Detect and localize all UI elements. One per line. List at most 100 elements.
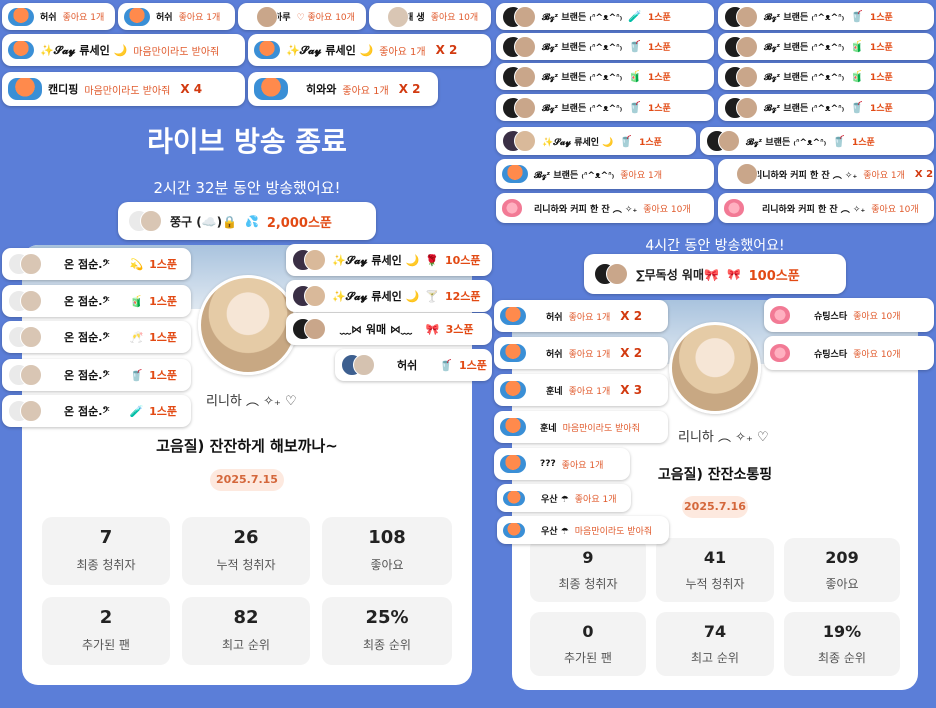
pill-nickname: 슈팅스타 — [814, 349, 848, 360]
gift-amount: 1스푼 — [149, 331, 178, 344]
pill-message: 좋아요 1개 — [863, 170, 905, 181]
pill-message: 좋아요 1개 — [568, 386, 611, 397]
app-logo-icon — [503, 522, 525, 538]
pill-message: 좋아요 1개 — [561, 460, 604, 471]
gift-amount: 1스푼 — [458, 359, 487, 372]
notification-pill: 𝓑𝔃ᶻ 브랜든 ₍ᐢ^ᴥ^ᐢ₎ 좋아요 1개 — [496, 159, 714, 189]
gift-amount: 1스푼 — [869, 13, 893, 23]
gift-amount: 3스푼 — [445, 323, 474, 336]
gift-pill: 𝓑𝔃ᶻ 브랜든 ₍ᐢ^ᴥ^ᐢ₎ 🧃 1스푼 — [718, 63, 934, 90]
pill-message: 좋아요 10개 — [853, 349, 901, 360]
avatar — [502, 5, 536, 28]
top-gift-summary: 쭝구 (☁️)🔒 💦 2,000스푼 — [118, 202, 376, 240]
stat-best-rank: 74 최고 순위 — [656, 612, 774, 676]
pill-message: 마음만이라도 받아줘 — [562, 423, 640, 434]
stat-label: 추가된 팬 — [564, 651, 612, 665]
stat-final-rank: 19% 최종 순위 — [784, 612, 900, 676]
gift-pill: 온 점순.𝄢 💫 1스푼 — [2, 248, 191, 280]
avatar — [198, 275, 298, 375]
gift-icon: 🧪 — [129, 404, 144, 418]
notification-pill: 허쉬 좋아요 1개 — [2, 3, 115, 30]
gift-icon: 🥤 — [439, 358, 453, 372]
broadcast-date: 2025.7.15 — [210, 469, 284, 491]
stat-value: 25% — [365, 607, 409, 628]
notification-pill: 하루 ♡ 좋아요 10개 — [238, 3, 366, 30]
stat-label: 최종 순위 — [363, 638, 411, 652]
gift-amount: 1스푼 — [869, 104, 893, 114]
gift-pill: ✨𝓢𝓪𝔂 류세인 🌙 🌹 10스푼 — [286, 244, 492, 276]
spoon-icon: 💦 — [245, 214, 259, 228]
stat-likes: 108 좋아요 — [322, 517, 452, 585]
gift-pill: ✨𝓢𝓪𝔂 류세인 🌙 🍸 12스푼 — [286, 280, 492, 312]
avatar — [8, 290, 42, 312]
gift-amount: 1스푼 — [869, 73, 893, 83]
pill-nickname: 𝓑𝔃ᶻ 브랜든 ₍ᐢ^ᴥ^ᐢ₎ — [746, 137, 827, 148]
gift-pill: 𝓑𝔃ᶻ 브랜든 ₍ᐢ^ᴥ^ᐢ₎ 🥤 1스푼 — [718, 3, 934, 30]
pill-nickname: 우산 ☂ — [541, 494, 569, 505]
pill-nickname: 허쉬 — [156, 13, 173, 23]
notification-pill: 허쉬 좋아요 1개 X 2 — [494, 337, 668, 369]
stat-value: 74 — [703, 622, 727, 641]
pill-nickname: 히와와 — [306, 83, 337, 96]
gift-pill: 𝓑𝔃ᶻ 브랜든 ₍ᐢ^ᴥ^ᐢ₎ 🧃 1스푼 — [496, 63, 714, 90]
gift-pill: 𝓑𝔃ᶻ 브랜든 ₍ᐢ^ᴥ^ᐢ₎ 🥤 1스푼 — [496, 33, 714, 60]
gift-icon: 🥤 — [832, 134, 846, 148]
avatar — [375, 5, 409, 28]
app-logo-icon — [124, 7, 150, 26]
pill-nickname: ✨𝓢𝓪𝔂 류세인 🌙 — [286, 44, 374, 57]
gift-icon: 🧃 — [129, 294, 144, 308]
broadcast-duration: 4시간 동안 방송했어요! — [645, 238, 785, 254]
multiplier-badge: X 4 — [180, 82, 203, 96]
gift-pill: ✨𝓢𝓪𝔂 류세인 🌙 🥤 1스푼 — [496, 127, 696, 155]
multiplier-badge: X 2 — [620, 309, 643, 323]
pill-nickname: 우산 ☂ — [541, 526, 569, 537]
stat-label: 누적 청취자 — [685, 577, 745, 591]
gift-icon: 🌹 — [425, 253, 439, 267]
pill-nickname: ✨𝓢𝓪𝔂 류세인 🌙 — [542, 137, 614, 148]
pill-nickname: 𝓑𝔃ᶻ 브랜든 ₍ᐢ^ᴥ^ᐢ₎ — [542, 43, 623, 53]
broadcast-duration: 2시간 32분 동안 방송했어요! — [153, 179, 341, 197]
gift-icon: 🥤 — [850, 10, 864, 23]
multiplier-badge: X 2 — [398, 82, 421, 96]
avatar — [292, 285, 326, 307]
stat-label: 누적 청취자 — [216, 558, 276, 572]
pill-nickname: 슈팅스타 — [814, 311, 848, 322]
pill-nickname: 온 점순.𝄢 — [64, 258, 110, 271]
gift-pill: 온 점순.𝄢 🧃 1스푼 — [2, 285, 191, 317]
stat-value: 26 — [233, 527, 259, 548]
pill-nickname: 허쉬 — [546, 349, 563, 360]
pill-message: 마음만이라도 받아줘 — [574, 526, 653, 537]
pill-message: 좋아요 10개 — [643, 204, 691, 215]
pill-nickname: ✨𝓢𝓪𝔂 류세인 🌙 — [332, 290, 420, 303]
stat-label: 최종 청취자 — [558, 577, 618, 591]
app-logo-icon — [500, 418, 526, 436]
avatar — [669, 322, 761, 414]
pill-message: 좋아요 10개 — [853, 311, 901, 322]
pill-nickname: 𝓑𝔃ᶻ 브랜든 ₍ᐢ^ᴥ^ᐢ₎ — [534, 170, 615, 181]
pill-message: 좋아요 1개 — [342, 85, 389, 97]
notification-pill: 허쉬 좋아요 1개 — [118, 3, 235, 30]
pill-nickname: ??? — [540, 459, 556, 469]
gift-icon: 🥤 — [628, 101, 642, 114]
avatar — [341, 354, 375, 376]
top-gift-summary: ∑무독성 워매🎀 🎀 100스푼 — [584, 254, 846, 294]
stat-label: 최종 순위 — [818, 651, 866, 665]
pill-nickname: 𝓑𝔃ᶻ 브랜든 ₍ᐢ^ᴥ^ᐢ₎ — [542, 13, 623, 23]
app-logo-icon — [500, 344, 526, 362]
avatar — [502, 35, 536, 58]
pill-nickname: 온 점순.𝄢 — [64, 369, 110, 382]
pill-nickname: 훈네 — [546, 386, 563, 397]
gift-pill: 𝓑𝔃ᶻ 브랜든 ₍ᐢ^ᴥ^ᐢ₎ 🧪 1스푼 — [496, 3, 714, 30]
app-logo-icon — [500, 455, 526, 473]
avatar — [724, 163, 758, 185]
pill-nickname: 𝓑𝔃ᶻ 브랜든 ₍ᐢ^ᴥ^ᐢ₎ — [542, 104, 623, 114]
stat-value: 19% — [822, 622, 862, 641]
notification-pill: 리니하와 커피 한 잔 ︵ ✧₊ 좋아요 10개 — [718, 193, 934, 223]
avatar — [594, 263, 628, 285]
gift-pill: ﹏⋈ 워매 ⋈﹏ 🎀 3스푼 — [286, 313, 492, 345]
gift-amount: 1스푼 — [869, 43, 893, 53]
avatar — [706, 130, 740, 152]
gift-icon: 🧃 — [850, 40, 864, 53]
top-gift-amount: 100스푼 — [748, 268, 800, 284]
stat-value: 2 — [99, 607, 113, 628]
